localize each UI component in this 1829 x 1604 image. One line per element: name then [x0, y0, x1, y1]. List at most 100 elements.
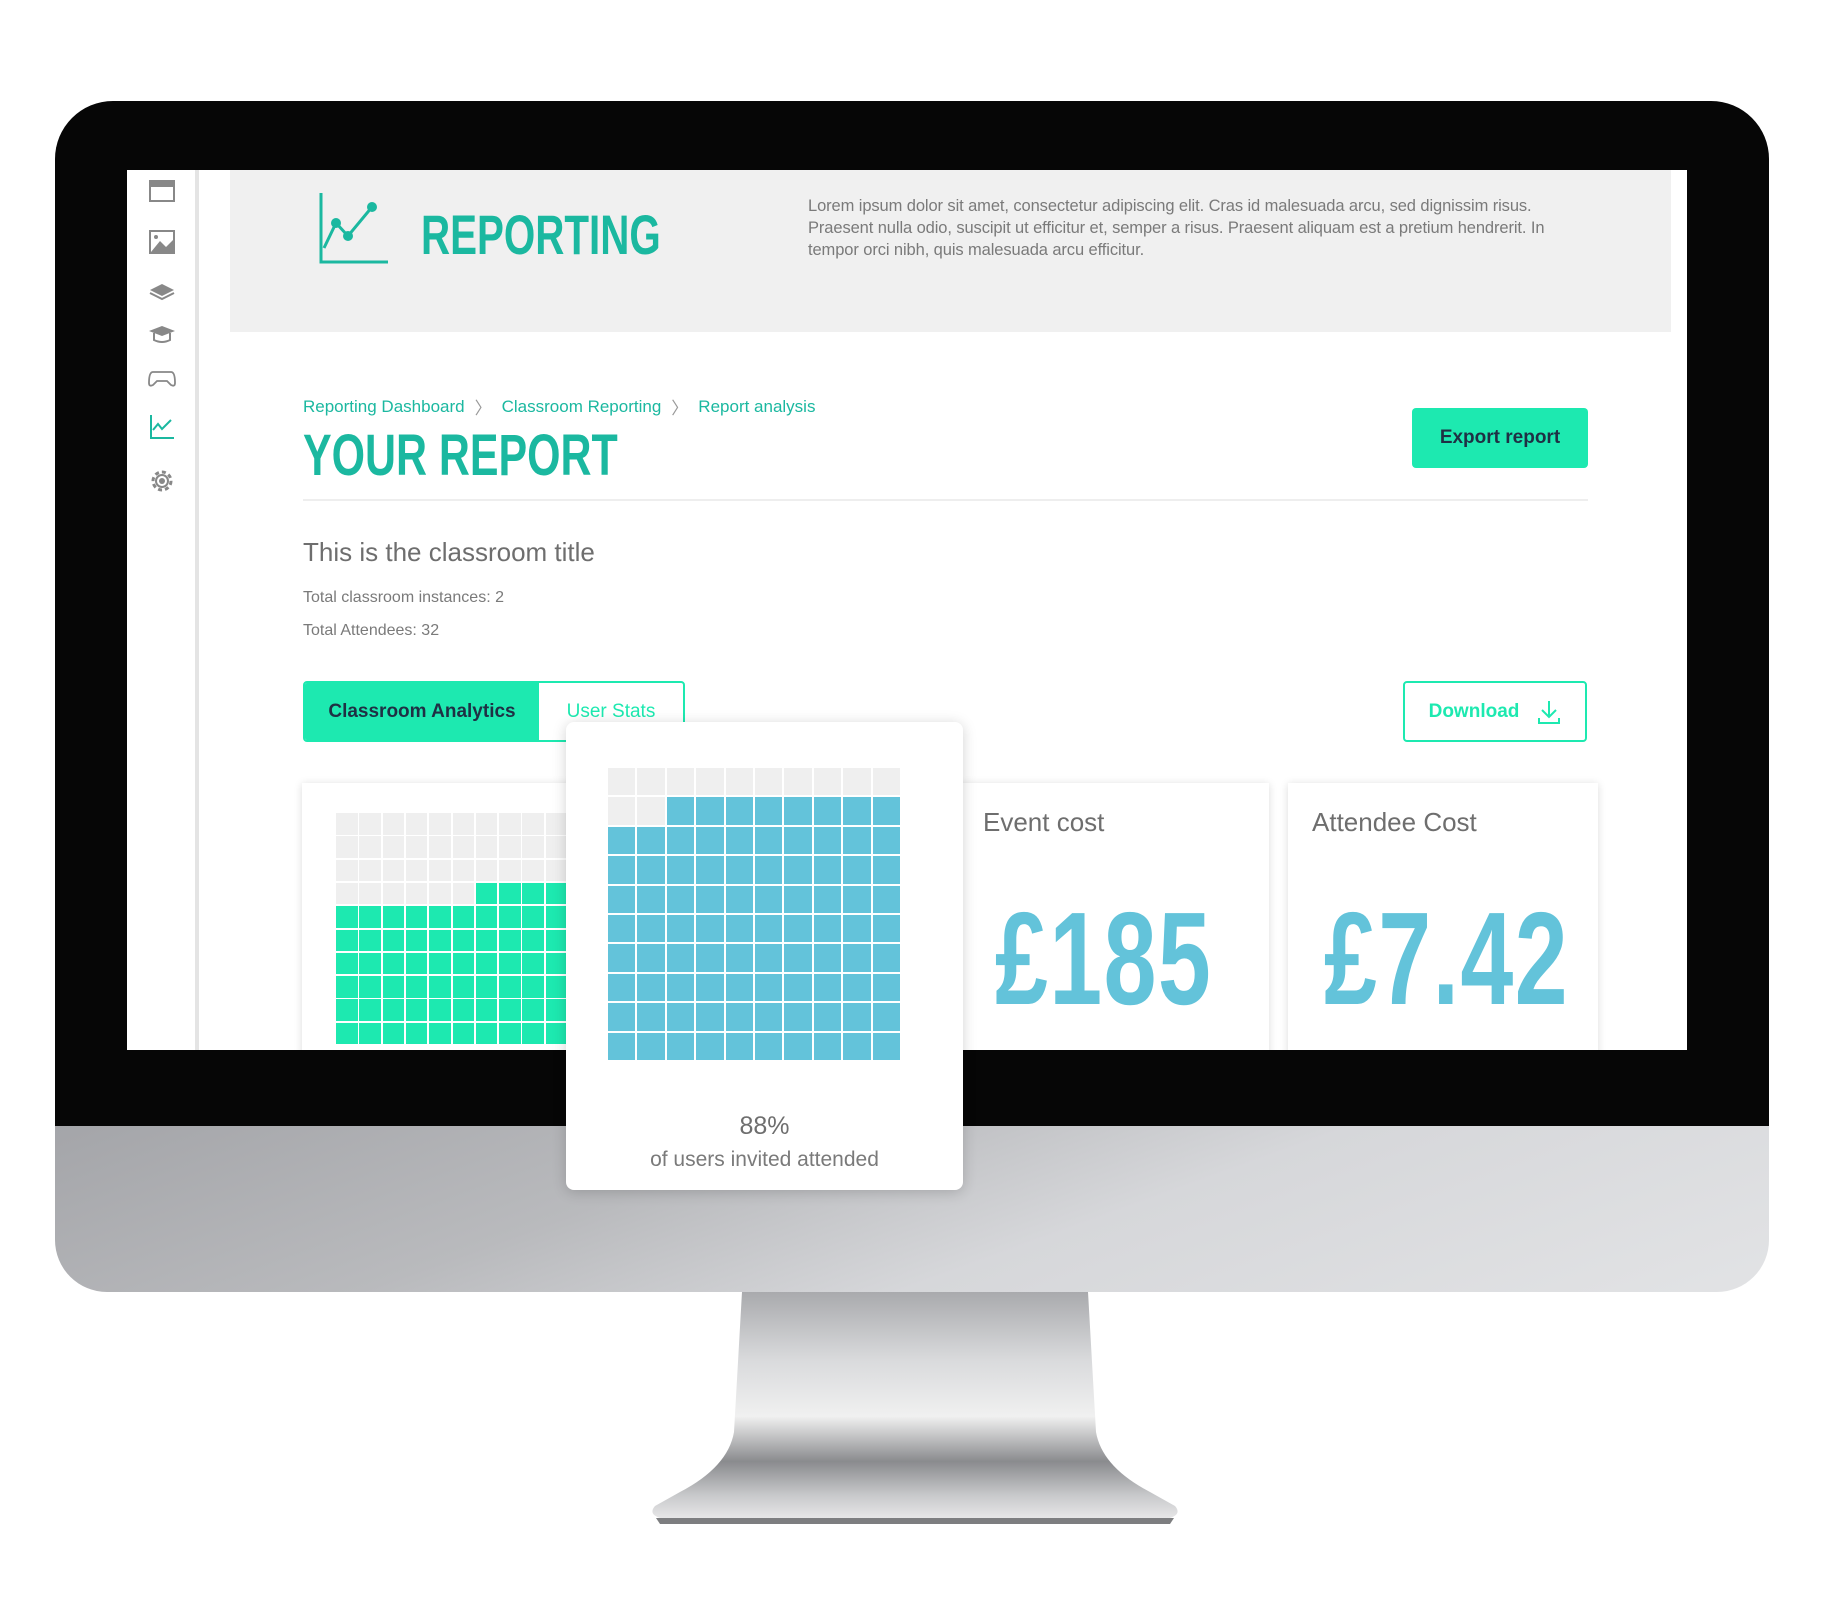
classroom-title: This is the classroom title — [303, 537, 595, 567]
waffle-cell-filled — [784, 826, 812, 855]
waffle-cell-empty — [872, 768, 900, 796]
waffle-cell-filled — [429, 999, 451, 1021]
waffle-cell-filled — [405, 976, 428, 998]
waffle-cell-filled — [545, 952, 568, 975]
waffle-cell-filled — [608, 826, 636, 855]
waffle-cell-filled — [725, 885, 753, 913]
waffle-cell-filled — [382, 976, 405, 998]
waffle-cell-empty — [843, 768, 871, 796]
graduation-cap-icon[interactable] — [147, 319, 177, 349]
waffle-cell-filled — [696, 885, 724, 913]
waffle-cell-filled — [784, 856, 812, 884]
waffle-cell-filled — [725, 1003, 753, 1031]
waffle-cell-empty — [755, 768, 783, 796]
waffle-cell-filled — [872, 797, 900, 825]
gamepad-icon[interactable] — [147, 363, 177, 393]
waffle-cell-filled — [666, 973, 695, 1002]
waffle-cell-empty — [522, 813, 544, 835]
waffle-cell-filled — [522, 906, 544, 928]
waffle-cell-filled — [755, 1032, 783, 1060]
waffle-cell-filled — [499, 906, 521, 928]
waffle-cell-empty — [813, 768, 842, 796]
download-label: Download — [1428, 700, 1520, 722]
waffle-cell-filled — [452, 1022, 474, 1045]
waffle-cell-filled — [475, 952, 498, 975]
event-cost-value: £185 — [995, 885, 1213, 1032]
event-cost-label: Event cost — [983, 807, 1105, 837]
waffle-cell-filled — [475, 882, 498, 905]
waffle-cell-empty — [452, 836, 474, 858]
waffle-cell-filled — [725, 826, 753, 855]
download-button[interactable]: Download — [1403, 681, 1587, 742]
waffle-cell-empty — [666, 768, 695, 796]
waffle-cell-filled — [608, 1003, 636, 1031]
line-chart-icon — [319, 193, 388, 264]
waffle-cell-filled — [872, 973, 900, 1002]
waffle-cell-filled — [522, 952, 544, 975]
waffle-cell-empty — [405, 813, 428, 835]
waffle-cell-filled — [545, 882, 568, 905]
waffle-cell-filled — [522, 1022, 544, 1045]
waffle-cell-empty — [359, 813, 381, 835]
waffle-cell-filled — [755, 826, 783, 855]
breadcrumb-item[interactable]: Report analysis — [698, 397, 815, 417]
image-icon[interactable] — [147, 227, 177, 257]
waffle-cell-empty — [784, 768, 812, 796]
tab-classroom-analytics[interactable]: Classroom Analytics — [305, 683, 539, 740]
waffle-cell-filled — [666, 1003, 695, 1031]
attendance-popup-card: 88% of users invited attended — [566, 722, 963, 1190]
waffle-cell-empty — [359, 836, 381, 858]
waffle-cell-filled — [499, 882, 521, 905]
attendee-cost-value: £7.42 — [1324, 885, 1570, 1032]
waffle-cell-empty — [359, 882, 381, 905]
chart-icon[interactable] — [147, 412, 177, 442]
waffle-cell-filled — [429, 1022, 451, 1045]
browser-window-icon[interactable] — [147, 176, 177, 206]
sidebar — [127, 170, 199, 1050]
waffle-cell-filled — [813, 885, 842, 913]
waffle-cell-filled — [872, 885, 900, 913]
breadcrumb: Reporting Dashboard 〉 Classroom Reportin… — [303, 394, 815, 419]
waffle-cell-empty — [429, 836, 451, 858]
waffle-cell-filled — [666, 826, 695, 855]
waffle-cell-empty — [499, 813, 521, 835]
waffle-cell-filled — [336, 952, 358, 975]
waffle-cell-filled — [499, 999, 521, 1021]
waffle-cell-filled — [784, 915, 812, 943]
waffle-cell-filled — [872, 915, 900, 943]
layers-icon[interactable] — [147, 275, 177, 305]
waffle-cell-filled — [522, 929, 544, 951]
waffle-cell-filled — [784, 1032, 812, 1060]
waffle-cell-empty — [382, 813, 405, 835]
waffle-cell-filled — [336, 999, 358, 1021]
waffle-cell-filled — [843, 826, 871, 855]
waffle-cell-filled — [696, 1032, 724, 1060]
waffle-cell-filled — [452, 906, 474, 928]
waffle-cell-empty — [405, 882, 428, 905]
gear-icon[interactable] — [147, 466, 177, 496]
waffle-cell-filled — [637, 1003, 665, 1031]
waffle-cell-empty — [382, 882, 405, 905]
section-title: REPORTING — [421, 203, 661, 266]
breadcrumb-item[interactable]: Reporting Dashboard — [303, 397, 465, 417]
waffle-cell-filled — [843, 973, 871, 1002]
breadcrumb-item[interactable]: Classroom Reporting — [502, 397, 662, 417]
waffle-cell-filled — [545, 929, 568, 951]
waffle-cell-filled — [545, 976, 568, 998]
waffle-cell-empty — [382, 836, 405, 858]
waffle-cell-filled — [725, 944, 753, 972]
waffle-cell-empty — [499, 836, 521, 858]
waffle-cell-filled — [666, 944, 695, 972]
waffle-cell-filled — [499, 1022, 521, 1045]
waffle-cell-filled — [452, 952, 474, 975]
waffle-cell-filled — [382, 1022, 405, 1045]
waffle-cell-filled — [522, 999, 544, 1021]
attendee-cost-card: Attendee Cost £7.42 — [1288, 783, 1598, 1050]
monitor-stand — [652, 1292, 1178, 1524]
waffle-cell-empty — [499, 859, 521, 882]
waffle-cell-filled — [696, 856, 724, 884]
waffle-cell-filled — [872, 1003, 900, 1031]
page-header: REPORTING Lorem ipsum dolor sit amet, co… — [230, 170, 1671, 332]
export-report-button[interactable]: Export report — [1412, 408, 1588, 468]
waffle-cell-filled — [784, 797, 812, 825]
